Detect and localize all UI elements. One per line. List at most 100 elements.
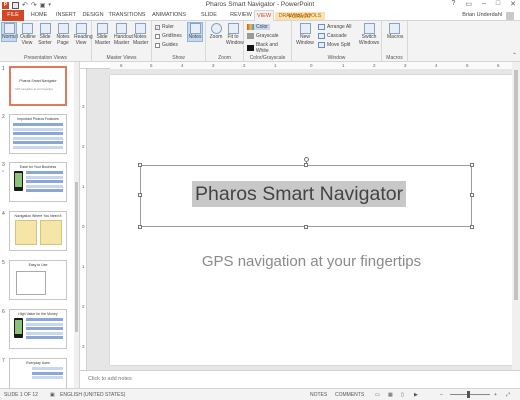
phone-image-icon [14, 318, 23, 338]
slide-canvas[interactable]: Pharos Smart Navigator GPS navigation at… [110, 75, 513, 365]
presentation-views-label: Presentation Views [24, 55, 67, 61]
slide-scrollbar[interactable] [512, 62, 520, 370]
thumb-subtitle: GPS navigation at your fingertips [15, 88, 53, 91]
notes-master-icon [134, 23, 146, 34]
slide-title[interactable]: Pharos Smart Navigator [192, 181, 407, 207]
ruler-checkbox[interactable]: ✓ Ruler [155, 24, 174, 30]
fit-slide-icon[interactable]: ⤢ [506, 392, 510, 398]
user-avatar[interactable] [506, 12, 514, 20]
thumbnails-scrollbar[interactable] [74, 62, 79, 388]
slide-subtitle[interactable]: GPS navigation at your fingertips [110, 253, 513, 270]
help-icon[interactable]: ? [451, 0, 455, 8]
vertical-ruler: 3 2 1 0 1 2 3 [80, 69, 87, 370]
resize-handle[interactable] [470, 193, 474, 197]
slide-thumbnail[interactable]: Navigation Where You Need It [9, 211, 67, 251]
notes-master-button[interactable]: Notes Master [133, 23, 148, 46]
ribbon-display-icon[interactable]: ▭ [465, 0, 472, 8]
status-bar: SLIDE 1 OF 12 ▣ ENGLISH (UNITED STATES) … [0, 388, 520, 400]
black-and-white-button[interactable]: Black and White [247, 42, 291, 54]
collapse-ribbon-icon[interactable]: ⌃ [512, 52, 517, 59]
normal-view-button[interactable]: Normal [1, 22, 18, 42]
outline-view-icon [21, 23, 33, 34]
comments-toggle[interactable]: COMMENTS [335, 392, 364, 398]
user-name[interactable]: Brian Underdahl [462, 10, 502, 21]
slide-sorter-button[interactable]: Slide Sorter [38, 23, 52, 46]
move-split-button[interactable]: Move Split [318, 42, 350, 48]
show-label: Show [172, 55, 185, 61]
spellcheck-icon[interactable]: ▣ [50, 392, 55, 398]
grayscale-button[interactable]: Grayscale [247, 33, 279, 39]
new-window-button[interactable]: New Window [296, 23, 314, 46]
tab-slide-show[interactable]: SLIDE SHOW [192, 10, 226, 29]
color-button[interactable]: Color [247, 24, 270, 30]
zoom-out-icon[interactable]: – [440, 392, 443, 398]
tab-transitions[interactable]: TRANSITIONS [108, 10, 146, 21]
thumb-number: 6 [2, 309, 5, 315]
thumb-number: 7 [2, 358, 5, 364]
slide-thumbnail[interactable]: Pharos Smart Navigator GPS navigation at… [9, 66, 67, 106]
gridlines-checkbox[interactable]: Gridlines [155, 33, 182, 39]
scrollbar-thumb[interactable] [75, 182, 78, 332]
tab-file[interactable]: FILE [2, 10, 24, 21]
notes-placeholder[interactable]: Click to add notes [88, 376, 132, 382]
resize-handle[interactable] [138, 163, 142, 167]
resize-handle[interactable] [304, 225, 308, 229]
zoom-in-icon[interactable]: + [494, 392, 497, 398]
notes-pane[interactable]: Click to add notes [80, 370, 520, 388]
resize-handle[interactable] [470, 225, 474, 229]
minimize-icon[interactable]: – [482, 0, 486, 8]
horizontal-ruler: 6 5 4 3 2 1 0 1 2 3 4 5 6 [80, 62, 520, 69]
resize-handle[interactable] [138, 193, 142, 197]
tab-animations[interactable]: ANIMATIONS [150, 10, 188, 21]
slide-sorter-status-icon[interactable]: ▦ [388, 392, 393, 398]
macros-group: Macros Macros [382, 21, 408, 62]
new-window-icon [299, 23, 311, 34]
arrange-all-button[interactable]: Arrange All [318, 24, 351, 30]
slide-thumbnail[interactable]: High Value for the Money [9, 309, 67, 349]
slide-thumbnail[interactable]: Everyday Uses [9, 358, 67, 388]
presentation-views-group: Normal Outline View Slide Sorter Notes P… [0, 21, 93, 62]
reading-view-button[interactable]: Reading View [74, 23, 93, 46]
zoom-slider-thumb[interactable] [467, 391, 470, 398]
language-status[interactable]: ENGLISH (UNITED STATES) [60, 392, 125, 398]
notes-page-button[interactable]: Notes Page [56, 23, 70, 46]
tab-home[interactable]: HOME [28, 10, 50, 21]
rotate-handle[interactable] [304, 157, 309, 162]
cascade-button[interactable]: Cascade [318, 33, 347, 39]
switch-windows-button[interactable]: Switch Windows [358, 23, 380, 46]
tab-insert[interactable]: INSERT [54, 10, 78, 21]
tab-format[interactable]: FORMAT [284, 13, 316, 21]
zoom-slider[interactable] [450, 394, 490, 395]
tab-review[interactable]: REVIEW [230, 10, 252, 21]
thumb-title: Ease for Your Business [19, 165, 57, 169]
master-views-label: Master Views [106, 55, 137, 61]
notes-toggle[interactable]: NOTES [310, 392, 327, 398]
guides-checkbox[interactable]: Guides [155, 42, 178, 48]
resize-handle[interactable] [470, 163, 474, 167]
macros-button[interactable]: Macros [387, 23, 403, 41]
title-placeholder[interactable]: Pharos Smart Navigator [138, 157, 474, 229]
handout-master-button[interactable]: Handout Master [114, 23, 133, 46]
tab-design[interactable]: DESIGN [81, 10, 105, 21]
maximize-icon[interactable]: □ [496, 0, 500, 8]
scrollbar-thumb[interactable] [514, 70, 518, 300]
map-image-icon [40, 220, 62, 245]
zoom-button[interactable]: Zoom [209, 23, 223, 41]
slide-thumbnail[interactable]: Easy to Use [9, 260, 67, 300]
table-image-icon [16, 271, 46, 295]
outline-view-button[interactable]: Outline View [20, 23, 36, 46]
slideshow-status-icon[interactable]: ▶ [414, 392, 418, 398]
fit-to-window-button[interactable]: Fit to Window [226, 23, 244, 46]
tab-view[interactable]: VIEW [254, 10, 274, 21]
ribbon: Normal Outline View Slide Sorter Notes P… [0, 21, 520, 62]
resize-handle[interactable] [138, 225, 142, 229]
notes-button[interactable]: Notes [187, 22, 203, 42]
normal-view-status-icon[interactable]: ▭ [375, 392, 380, 398]
slide-thumbnail[interactable]: Important Pharos Features [9, 114, 67, 154]
resize-handle[interactable] [304, 163, 308, 167]
reading-view-status-icon[interactable]: ▯ [401, 392, 404, 398]
close-icon[interactable]: ✕ [510, 0, 516, 8]
window-title: Pharos Smart Navigator - PowerPoint [205, 1, 315, 8]
slide-thumbnail[interactable]: Ease for Your Business [9, 162, 67, 202]
slide-master-button[interactable]: Slide Master [95, 23, 110, 46]
